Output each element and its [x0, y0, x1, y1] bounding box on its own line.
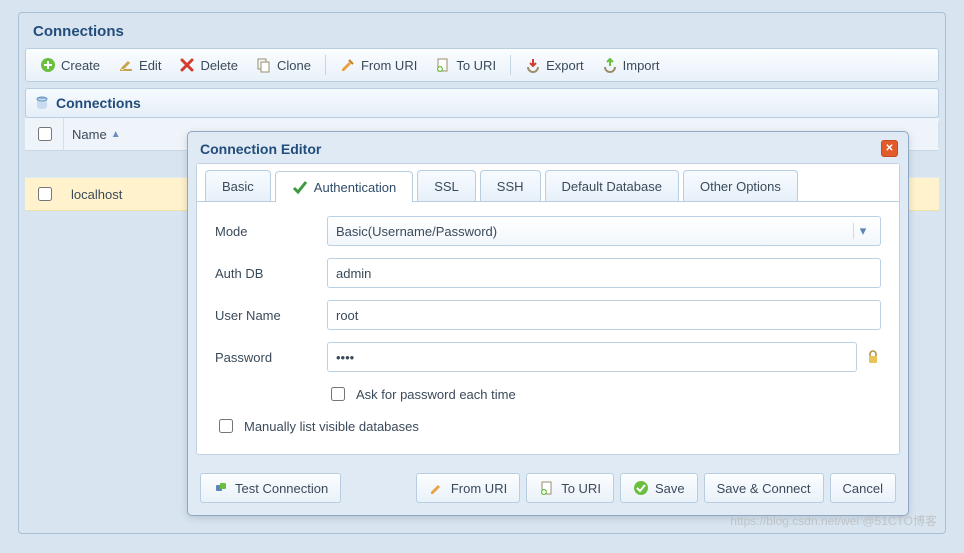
mode-select[interactable]: Basic(Username/Password) ▾	[327, 216, 881, 246]
clone-icon	[256, 57, 272, 73]
clone-button[interactable]: Clone	[248, 53, 319, 77]
to-uri-icon	[435, 57, 451, 73]
panel-title: Connections	[19, 13, 945, 48]
tab-authentication[interactable]: Authentication	[275, 171, 413, 202]
connections-panel: Connections Create Edit Delete Clone Fro…	[18, 12, 946, 534]
export-icon	[525, 57, 541, 73]
tab-basic[interactable]: Basic	[205, 170, 271, 201]
mode-label: Mode	[215, 224, 315, 239]
from-uri-label: From URI	[361, 58, 417, 73]
manual-dbs-label: Manually list visible databases	[244, 419, 419, 434]
save-button[interactable]: Save	[620, 473, 698, 503]
select-all-checkbox[interactable]	[38, 127, 52, 141]
check-circle-icon	[633, 480, 649, 496]
authdb-input[interactable]	[327, 258, 881, 288]
edit-label: Edit	[139, 58, 161, 73]
toolbar-separator	[325, 55, 326, 75]
cancel-button[interactable]: Cancel	[830, 473, 896, 503]
delete-label: Delete	[200, 58, 238, 73]
tab-ssl[interactable]: SSL	[417, 170, 476, 201]
test-connection-button[interactable]: Test Connection	[200, 473, 341, 503]
to-uri-button[interactable]: To URI	[526, 473, 614, 503]
toolbar-separator	[510, 55, 511, 75]
create-label: Create	[61, 58, 100, 73]
delete-icon	[179, 57, 195, 73]
password-input[interactable]	[327, 342, 857, 372]
manual-dbs-checkbox[interactable]	[219, 419, 233, 433]
connections-subtitle: Connections	[56, 95, 141, 111]
export-label: Export	[546, 58, 584, 73]
edit-button[interactable]: Edit	[110, 53, 169, 77]
chevron-down-icon: ▾	[853, 223, 872, 239]
to-uri-button[interactable]: To URI	[427, 53, 504, 77]
header-checkbox-cell	[25, 118, 64, 150]
tab-strip: Basic Authentication SSL SSH Default Dat…	[197, 164, 899, 201]
edit-icon	[118, 57, 134, 73]
check-icon	[292, 179, 308, 195]
mode-value: Basic(Username/Password)	[336, 224, 497, 239]
to-uri-label: To URI	[456, 58, 496, 73]
authentication-tab-body: Mode Basic(Username/Password) ▾ Auth DB	[197, 201, 899, 454]
dialog-titlebar[interactable]: Connection Editor ✕	[188, 132, 908, 163]
plug-icon	[213, 480, 229, 496]
lock-icon[interactable]	[865, 349, 881, 365]
username-input[interactable]	[327, 300, 881, 330]
tab-ssh[interactable]: SSH	[480, 170, 541, 201]
tab-default-database[interactable]: Default Database	[545, 170, 679, 201]
save-connect-button[interactable]: Save & Connect	[704, 473, 824, 503]
username-label: User Name	[215, 308, 315, 323]
authdb-label: Auth DB	[215, 266, 315, 281]
ask-password-label: Ask for password each time	[356, 387, 516, 402]
export-button[interactable]: Export	[517, 53, 592, 77]
dialog-title: Connection Editor	[200, 141, 321, 157]
from-uri-icon	[429, 480, 445, 496]
close-button[interactable]: ✕	[881, 140, 898, 157]
tab-other-options[interactable]: Other Options	[683, 170, 798, 201]
col-name-label: Name	[72, 127, 107, 142]
dialog-footer: Test Connection From URI To URI Save Sav…	[188, 463, 908, 515]
create-button[interactable]: Create	[32, 53, 108, 77]
import-button[interactable]: Import	[594, 53, 668, 77]
ask-password-checkbox[interactable]	[331, 387, 345, 401]
password-label: Password	[215, 350, 315, 365]
plus-icon	[40, 57, 56, 73]
to-uri-icon	[539, 480, 555, 496]
from-uri-button[interactable]: From URI	[416, 473, 520, 503]
connections-subheader: Connections	[25, 88, 939, 118]
dialog-body: Basic Authentication SSL SSH Default Dat…	[196, 163, 900, 455]
sort-asc-icon: ▲	[111, 129, 121, 140]
database-icon	[34, 95, 50, 111]
clone-label: Clone	[277, 58, 311, 73]
from-uri-icon	[340, 57, 356, 73]
main-toolbar: Create Edit Delete Clone From URI To URI…	[25, 48, 939, 82]
delete-button[interactable]: Delete	[171, 53, 246, 77]
from-uri-button[interactable]: From URI	[332, 53, 425, 77]
import-label: Import	[623, 58, 660, 73]
import-icon	[602, 57, 618, 73]
connection-editor-dialog: Connection Editor ✕ Basic Authentication…	[187, 131, 909, 516]
row-checkbox[interactable]	[38, 187, 52, 201]
